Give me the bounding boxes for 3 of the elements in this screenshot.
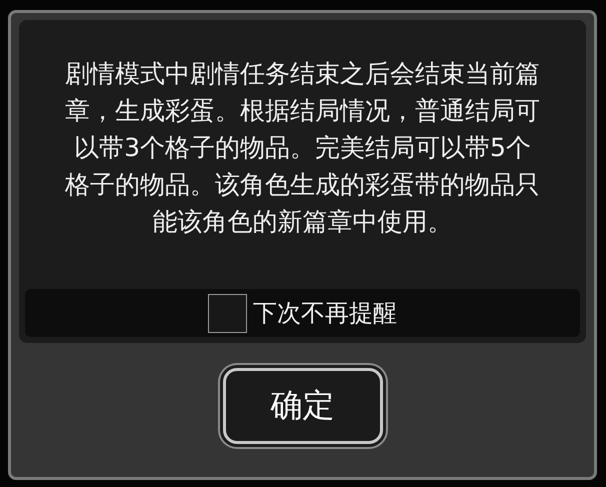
checkbox-label: 下次不再提醒: [253, 298, 397, 329]
checkbox[interactable]: [208, 294, 247, 332]
message-text: 剧情模式中剧情任务结束之后会结束当前篇章，生成彩蛋。根据结局情况，普通结局可以带3个格子的物品。完美结局可以带5个格子的物品。该角色生成的彩蛋带的物品只能该角色的新篇章中使用。: [64, 58, 541, 238]
